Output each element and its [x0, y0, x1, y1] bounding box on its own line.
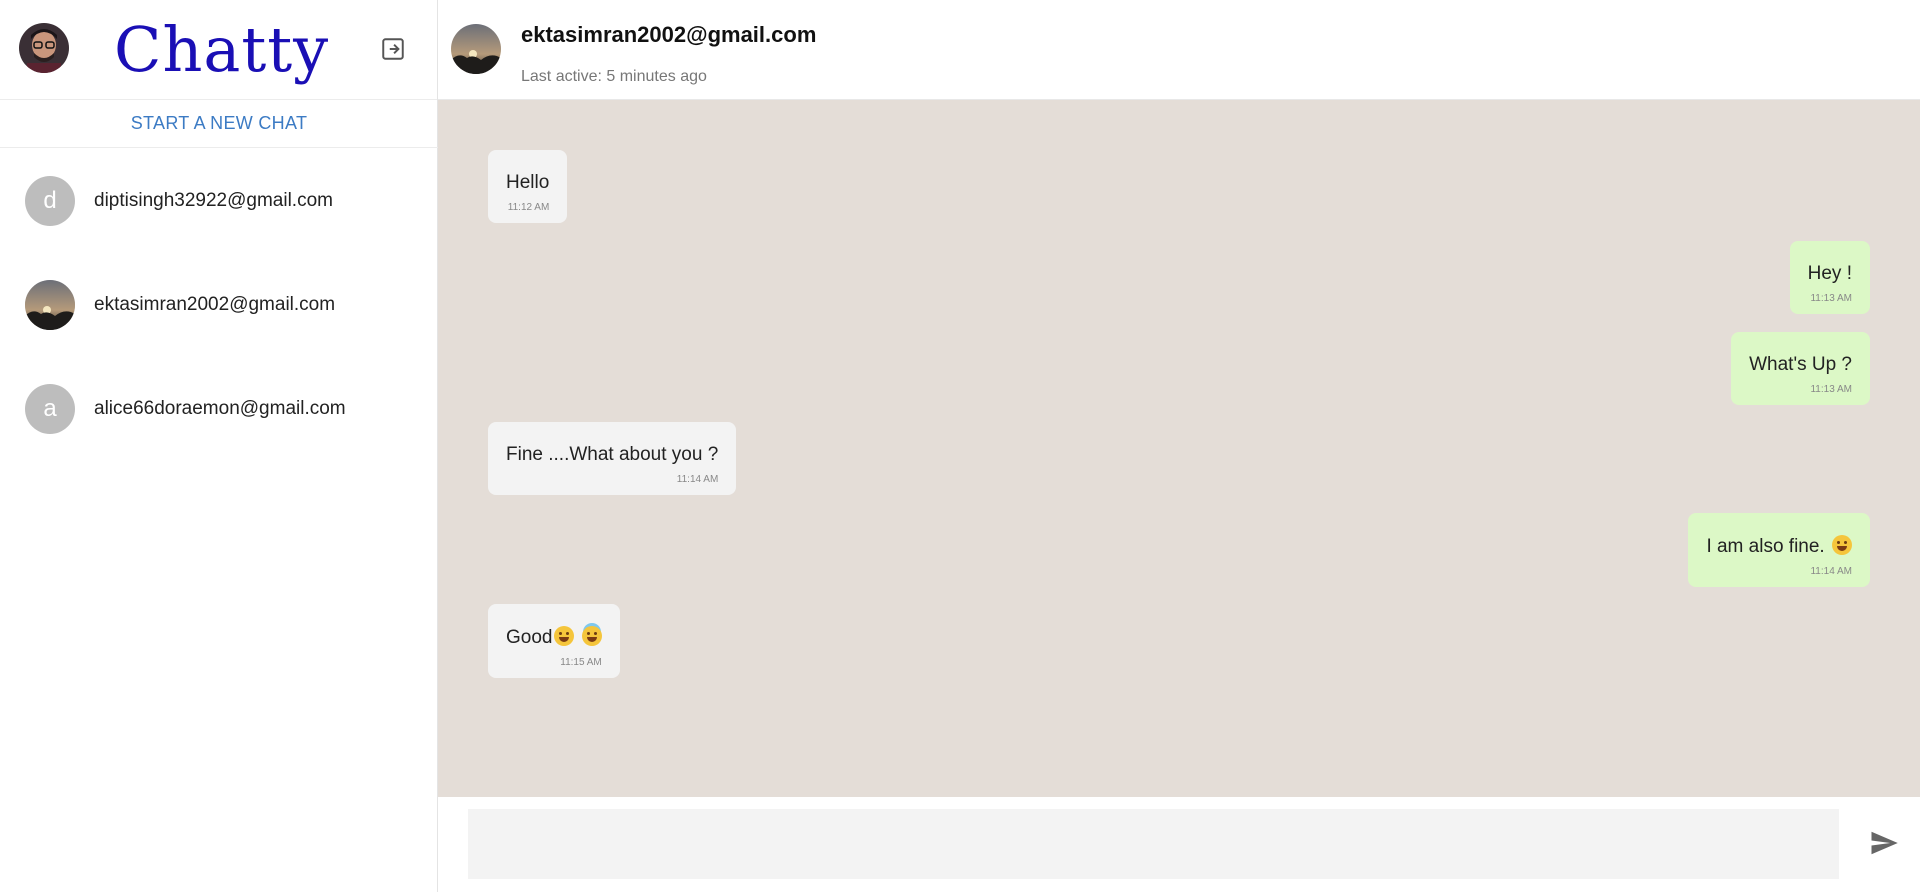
- sidebar-header: Chatty: [0, 0, 437, 100]
- message-time: 11:15 AM: [560, 657, 602, 668]
- message-composer: [438, 797, 1920, 892]
- peer-name: ektasimran2002@gmail.com: [521, 22, 817, 47]
- sidebar: Chatty START A NEW CHAT d diptisingh3292…: [0, 0, 438, 892]
- message-time: 11:14 AM: [676, 474, 719, 485]
- peer-last-active: Last active: 5 minutes ago: [521, 68, 707, 85]
- message-text: Fine ....What about you ?: [506, 444, 719, 465]
- smiling-face-with-halo-icon: [581, 626, 602, 646]
- contact-email: diptisingh32922@gmail.com: [94, 190, 333, 211]
- message-time: 11:13 AM: [1810, 384, 1852, 395]
- message-text-content: Good: [506, 627, 553, 648]
- logout-button[interactable]: [378, 34, 408, 64]
- contact-list: d diptisingh32922@gmail.com ektasimran20…: [0, 149, 438, 461]
- contact-avatar: [25, 280, 75, 330]
- send-icon: [1871, 831, 1898, 855]
- message-time: 11:13 AM: [1810, 293, 1852, 304]
- contact-item[interactable]: ektasimran2002@gmail.com: [0, 253, 438, 357]
- smiling-face-icon: [554, 626, 575, 646]
- message-text: Good: [506, 626, 602, 649]
- message-time: 11:14 AM: [1810, 566, 1852, 577]
- logout-icon: [382, 38, 404, 60]
- message-text: Hey !: [1807, 263, 1852, 284]
- send-button[interactable]: [1868, 827, 1900, 859]
- grinning-face-icon: [1832, 535, 1852, 555]
- message-time: 11:12 AM: [507, 202, 550, 213]
- message-bubble-outgoing: I am also fine. 11:14 AM: [1688, 513, 1870, 587]
- app-logo: Chatty: [114, 13, 330, 86]
- message-list: Hello 11:12 AM Hey ! 11:13 AM What's Up …: [438, 100, 1920, 797]
- contact-item[interactable]: d diptisingh32922@gmail.com: [0, 149, 438, 253]
- contact-avatar: d: [25, 176, 75, 226]
- contact-item[interactable]: a alice66doraemon@gmail.com: [0, 357, 438, 461]
- user-avatar[interactable]: [19, 23, 69, 73]
- message-text-content: I am also fine.: [1706, 536, 1825, 557]
- contact-email: alice66doraemon@gmail.com: [94, 398, 346, 419]
- message-bubble-incoming: Fine ....What about you ? 11:14 AM: [488, 422, 737, 495]
- peer-avatar[interactable]: [451, 24, 501, 74]
- message-text: Hello: [506, 172, 550, 193]
- message-bubble-incoming: Good 11:15 AM: [488, 604, 620, 678]
- start-new-chat-link[interactable]: START A NEW CHAT: [0, 100, 438, 148]
- contact-avatar: a: [25, 384, 75, 434]
- chat-header: ektasimran2002@gmail.com Last active: 5 …: [438, 0, 1920, 100]
- message-bubble-outgoing: Hey ! 11:13 AM: [1789, 241, 1870, 314]
- contact-email: ektasimran2002@gmail.com: [94, 294, 336, 315]
- chat-app: Chatty START A NEW CHAT d diptisingh3292…: [0, 0, 1920, 892]
- message-text: What's Up ?: [1749, 354, 1852, 375]
- message-text: I am also fine.: [1706, 535, 1852, 558]
- message-bubble-incoming: Hello 11:12 AM: [488, 150, 568, 223]
- message-bubble-outgoing: What's Up ? 11:13 AM: [1731, 332, 1870, 405]
- message-input[interactable]: [468, 809, 1839, 879]
- chat-panel: ektasimran2002@gmail.com Last active: 5 …: [438, 0, 1920, 892]
